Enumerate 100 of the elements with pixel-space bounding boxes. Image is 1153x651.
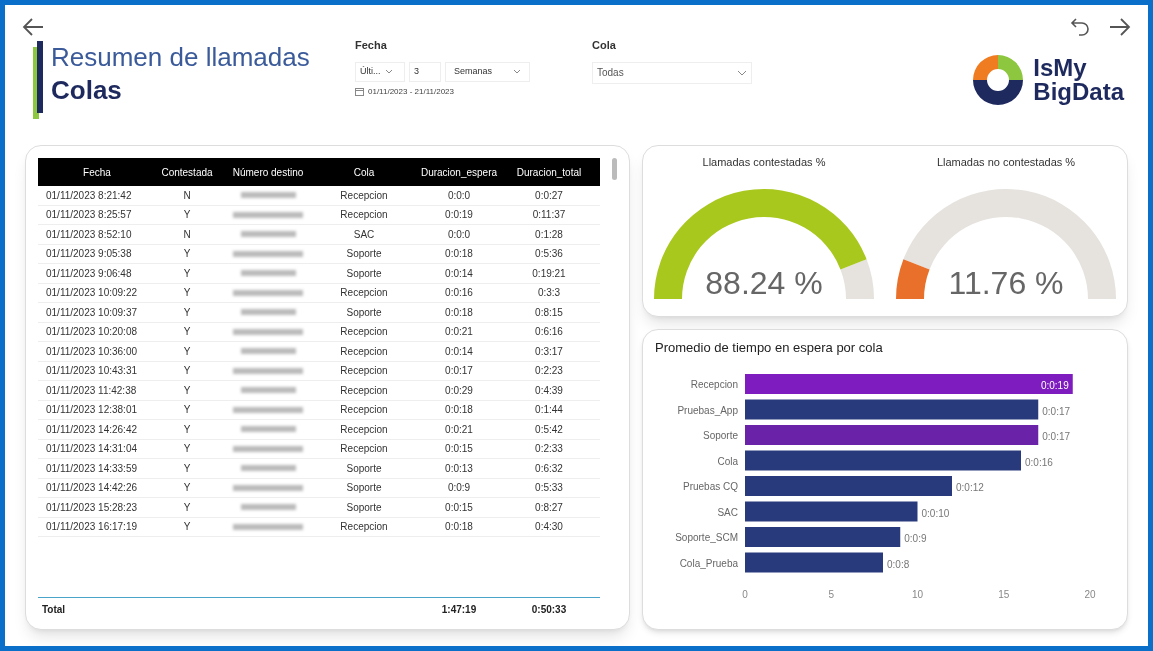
- table-cell-text: 0:4:30: [534, 520, 564, 535]
- table-cell-text: 0:8:27: [534, 500, 564, 515]
- table-cell-text: 0:2:23: [534, 364, 564, 379]
- table-cell-text: 0:4:39: [534, 383, 564, 398]
- table-cell-text: 0:0:17: [444, 364, 474, 379]
- redacted-number: [233, 445, 303, 452]
- table-cell-text: 0:1:44: [534, 403, 564, 418]
- logo-icon: [971, 53, 1026, 107]
- page-title: Resumen de llamadas: [51, 41, 310, 74]
- table-cell-text: 0:0:0: [446, 227, 472, 242]
- category-label: Pruebas_App: [677, 404, 738, 415]
- chart-title: Promedio de tiempo en espera por cola: [655, 339, 884, 357]
- category-label: Soporte_SCM: [675, 531, 738, 543]
- table-cell-text: Recepcion: [339, 403, 389, 418]
- table-cell-text: Recepcion: [339, 422, 389, 437]
- table-cell-text: 0:0:27: [534, 188, 564, 203]
- table-cell-text: Y: [182, 364, 192, 379]
- bar-value-label: 0:0:17: [1042, 430, 1071, 442]
- table-cell-text: 0:0:0: [446, 188, 472, 203]
- bar-value-label: 0:0:17: [1042, 405, 1071, 416]
- gauge-title: Llamadas contestadas %: [702, 155, 826, 170]
- queue-dropdown[interactable]: Todas: [592, 61, 752, 84]
- table-cell-text: 01/11/2023 14:42:26: [45, 481, 138, 496]
- axis-tick-label: 5: [828, 588, 835, 600]
- undo-icon[interactable]: [1070, 17, 1092, 37]
- table-cell-text: Recepcion: [339, 344, 389, 359]
- table-cell-text: 0:0:15: [444, 442, 474, 457]
- table-cell-text: Soporte: [345, 247, 383, 262]
- table-cell-text: Y: [182, 383, 192, 398]
- column-header[interactable]: Contestada: [156, 164, 218, 180]
- gauge-value: 11.76 %: [948, 266, 1064, 299]
- redacted-number: [233, 211, 303, 218]
- filter-label: Fecha: [355, 38, 388, 53]
- redacted-number: [233, 328, 303, 335]
- bar-value-label: 0:0:8: [887, 558, 910, 569]
- table-cell-text: Y: [182, 481, 192, 496]
- gauge-value: 88.24 %: [705, 266, 823, 299]
- scrollbar[interactable]: [612, 158, 617, 180]
- total-label: Total: [41, 603, 67, 617]
- table-cell-text: 0:0:18: [444, 403, 474, 418]
- count-field[interactable]: 3: [409, 61, 441, 82]
- period-dropdown[interactable]: Últi...: [355, 61, 405, 82]
- table-cell-text: 0:0:18: [444, 520, 474, 535]
- table-cell-text: 0:0:21: [444, 325, 474, 340]
- column-header[interactable]: Cola: [318, 164, 410, 180]
- redacted-number: [240, 504, 296, 511]
- column-header[interactable]: Número destino: [218, 164, 318, 180]
- table-cell-text: 01/11/2023 9:06:48: [45, 266, 133, 281]
- table-cell-text: Soporte: [345, 305, 383, 320]
- table-cell-text: 0:0:18: [444, 305, 474, 320]
- redacted-number: [233, 484, 303, 491]
- table-cell-text: Recepcion: [339, 383, 389, 398]
- bar-value-label: 0:0:16: [1025, 456, 1053, 467]
- chevron-down-icon: [384, 69, 393, 74]
- redacted-number: [240, 231, 296, 238]
- forward-arrow-icon[interactable]: [1108, 17, 1132, 37]
- table-cell-text: 01/11/2023 14:26:42: [45, 422, 138, 437]
- table-cell-text: Y: [182, 403, 192, 418]
- table-cell-text: 0:0:13: [444, 461, 474, 476]
- table-cell-text: Recepcion: [339, 208, 389, 223]
- logo-text: BigData: [1033, 80, 1124, 104]
- table-cell-text: Soporte: [345, 500, 383, 515]
- axis-tick-label: 10: [911, 588, 924, 600]
- category-label: Pruebas CQ: [682, 480, 738, 492]
- axis-tick-label: 15: [998, 588, 1010, 600]
- table-cell-text: 0:3:3: [536, 286, 562, 301]
- table-cell-text: 01/11/2023 12:38:01: [45, 403, 138, 418]
- table-cell-text: 0:0:14: [444, 266, 474, 281]
- table-cell-text: 01/11/2023 9:05:38: [45, 247, 133, 262]
- redacted-number: [240, 426, 296, 433]
- column-header[interactable]: Fecha: [38, 164, 156, 180]
- table-cell-text: 01/11/2023 14:33:59: [45, 461, 138, 476]
- table-cell-text: Y: [182, 208, 192, 223]
- table-cell-text: 0:5:36: [534, 247, 564, 262]
- table-cell-text: Soporte: [345, 481, 383, 496]
- table-cell-text: Y: [182, 422, 192, 437]
- table-cell-text: 01/11/2023 10:36:00: [45, 344, 138, 359]
- table-cell-text: 0:6:32: [534, 461, 564, 476]
- table-cell-text: 0:19:21: [531, 266, 567, 281]
- total-cell-text: 1:47:19: [440, 603, 478, 617]
- back-arrow-icon[interactable]: [21, 17, 45, 37]
- category-label: Cola_Prueba: [679, 557, 738, 568]
- table-cell-text: Y: [182, 286, 192, 301]
- filter-label: Cola: [592, 38, 617, 53]
- redacted-number: [233, 406, 303, 413]
- table-cell-text: Soporte: [345, 461, 383, 476]
- table-cell-text: 0:0:18: [444, 247, 474, 262]
- column-header[interactable]: Duracion_total: [508, 164, 590, 180]
- redacted-number: [240, 309, 296, 316]
- redacted-number: [233, 367, 303, 374]
- table-cell-text: 01/11/2023 16:17:19: [45, 520, 138, 535]
- chevron-down-icon: [513, 69, 521, 74]
- table-cell-text: 0:0:29: [444, 383, 474, 398]
- date-range: 01/11/2023 - 21/11/2023: [368, 85, 454, 98]
- unit-dropdown[interactable]: Semanas: [445, 61, 530, 82]
- column-header[interactable]: Duracion_espera: [410, 164, 508, 180]
- table-cell-text: 0:1:28: [534, 227, 564, 242]
- table-cell-text: SAC: [352, 227, 376, 242]
- table-cell-text: Y: [182, 461, 192, 476]
- table-cell-text: Recepcion: [339, 188, 389, 203]
